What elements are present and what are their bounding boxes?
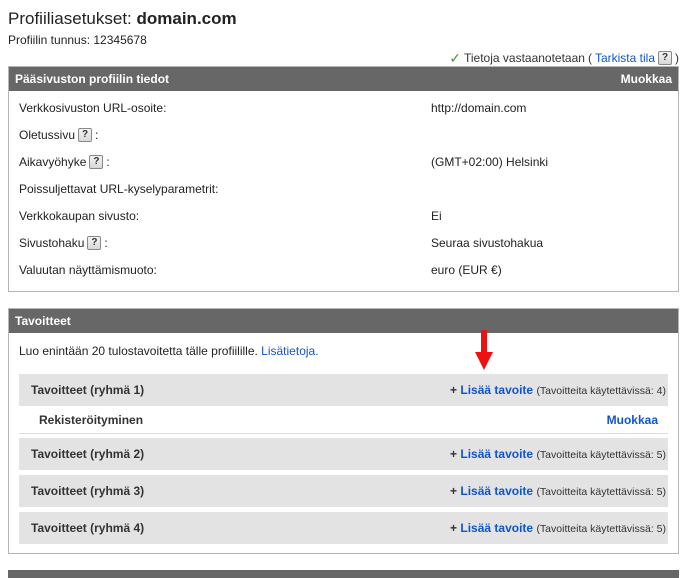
goal-item-row: Rekisteröityminen Muokkaa <box>19 406 668 434</box>
profile-field-label-text: Oletussivu <box>19 128 76 142</box>
status-line: ✓ Tietoja vastaanotetaan ( Tarkista tila… <box>449 51 679 65</box>
profile-field-value: (GMT+02:00) Helsinki <box>431 155 549 169</box>
profile-field-label: Verkkokaupan sivusto: <box>19 209 139 223</box>
goals-intro: Luo enintään 20 tulostavoitetta tälle pr… <box>19 344 319 358</box>
page-title-prefix: Profiiliasetukset: <box>8 9 137 28</box>
add-goal-link[interactable]: Lisää tavoite <box>460 484 533 498</box>
profile-info-panel: Pääsivuston profiilin tiedot Muokkaa Ver… <box>8 66 679 292</box>
profile-field-label-text: Verkkokaupan sivusto: <box>19 209 140 223</box>
profile-field-value: http://domain.com <box>431 101 527 115</box>
profile-panel-title: Pääsivuston profiilin tiedot <box>15 72 170 86</box>
checkmark-icon: ✓ <box>449 50 461 66</box>
profile-field-value: euro (EUR €) <box>431 263 502 277</box>
profile-field-label: Aikavyöhyke?: <box>19 155 110 169</box>
label-colon: : <box>95 128 99 142</box>
page-title-suffix: .com <box>196 9 237 28</box>
goal-group-add: + Lisää tavoite (Tavoitteita käytettävis… <box>450 521 666 535</box>
profile-edit-button[interactable]: Muokkaa <box>621 72 672 86</box>
goal-group-add: + Lisää tavoite (Tavoitteita käytettävis… <box>450 447 666 461</box>
profile-field-value: Seuraa sivustohakua <box>431 236 544 250</box>
goals-intro-text: Luo enintään 20 tulostavoitetta tälle pr… <box>19 344 258 358</box>
profile-field-row: Verkkokaupan sivusto: Ei <box>19 206 668 226</box>
profile-field-row: Aikavyöhyke?: (GMT+02:00) Helsinki <box>19 152 668 172</box>
page-title-domain: domain <box>136 9 197 28</box>
red-arrow-icon <box>475 330 493 370</box>
goals-panel-header: Tavoitteet <box>9 309 678 333</box>
add-goal-link[interactable]: Lisää tavoite <box>460 383 533 397</box>
page-title: Profiiliasetukset: domain.com <box>8 9 237 29</box>
profile-field-row: Verkkosivuston URL-osoite: http://domain.… <box>19 98 668 118</box>
profile-id: Profiilin tunnus: 12345678 <box>8 33 147 47</box>
profile-field-row: Oletussivu?: <box>19 125 668 145</box>
goal-group-row: Tavoitteet (ryhmä 3) + Lisää tavoite (Tav… <box>19 475 668 507</box>
status-open-paren: ( <box>587 51 592 65</box>
goals-panel-title: Tavoitteet <box>15 314 71 328</box>
label-colon: : <box>106 155 110 169</box>
plus-icon: + <box>450 484 461 498</box>
goal-group-name: Tavoitteet (ryhmä 4) <box>31 521 145 535</box>
profile-field-label: Oletussivu?: <box>19 128 98 142</box>
goal-group-name: Tavoitteet (ryhmä 3) <box>31 484 145 498</box>
plus-icon: + <box>450 383 461 397</box>
learn-more-link[interactable]: Lisätietoja. <box>261 344 318 358</box>
status-text: Tietoja vastaanotetaan <box>463 51 585 65</box>
profile-field-label: Sivustohaku?: <box>19 236 108 250</box>
goal-group-row: Tavoitteet (ryhmä 2) + Lisää tavoite (Tav… <box>19 438 668 470</box>
goal-group-row: Tavoitteet (ryhmä 1) + Lisää tavoite (Tav… <box>19 374 668 406</box>
plus-icon: + <box>450 521 461 535</box>
goal-group-name: Tavoitteet (ryhmä 2) <box>31 447 145 461</box>
next-panel-header <box>8 570 679 578</box>
goals-panel: Tavoitteet Luo enintään 20 tulostavoitet… <box>8 308 679 554</box>
goals-available-count: (Tavoitteita käytettävissä: 5) <box>536 486 666 498</box>
profile-field-label-text: Sivustohaku <box>19 236 85 250</box>
goal-group-add: + Lisää tavoite (Tavoitteita käytettävis… <box>450 383 666 397</box>
profile-field-label-text: Poissuljettavat URL-kyselyparametrit: <box>19 182 219 196</box>
profile-field-row: Poissuljettavat URL-kyselyparametrit: <box>19 179 668 199</box>
profile-field-label-text: Valuutan näyttämismuoto: <box>19 263 157 277</box>
goal-group-add: + Lisää tavoite (Tavoitteita käytettävis… <box>450 484 666 498</box>
help-icon[interactable]: ? <box>89 155 104 169</box>
profile-field-label-text: Aikavyöhyke <box>19 155 87 169</box>
goals-available-count: (Tavoitteita käytettävissä: 4) <box>536 385 666 397</box>
status-close-paren: ) <box>675 51 679 65</box>
add-goal-link[interactable]: Lisää tavoite <box>460 447 533 461</box>
add-goal-link[interactable]: Lisää tavoite <box>460 521 533 535</box>
goal-item-name: Rekisteröityminen <box>39 412 144 427</box>
profile-field-label: Verkkosivuston URL-osoite: <box>19 101 166 115</box>
goals-available-count: (Tavoitteita käytettävissä: 5) <box>536 523 666 535</box>
help-icon[interactable]: ? <box>78 128 93 142</box>
goal-edit-link[interactable]: Muokkaa <box>607 413 658 427</box>
profile-field-label: Valuutan näyttämismuoto: <box>19 263 157 277</box>
goal-group-name: Tavoitteet (ryhmä 1) <box>31 383 145 397</box>
profile-field-value: Ei <box>431 209 442 223</box>
goals-available-count: (Tavoitteita käytettävissä: 5) <box>536 449 666 461</box>
plus-icon: + <box>450 447 461 461</box>
profile-field-label: Poissuljettavat URL-kyselyparametrit: <box>19 182 218 196</box>
help-icon[interactable]: ? <box>658 51 672 65</box>
profile-field-row: Valuutan näyttämismuoto: euro (EUR €) <box>19 260 668 280</box>
profile-field-row: Sivustohaku?: Seuraa sivustohakua <box>19 233 668 253</box>
label-colon: : <box>104 236 108 250</box>
check-status-link[interactable]: Tarkista tila <box>595 51 655 65</box>
help-icon[interactable]: ? <box>87 236 102 250</box>
goal-group-row: Tavoitteet (ryhmä 4) + Lisää tavoite (Tav… <box>19 512 668 544</box>
profile-field-label-text: Verkkosivuston URL-osoite: <box>19 101 167 115</box>
profile-panel-header: Pääsivuston profiilin tiedot Muokkaa <box>9 67 678 91</box>
